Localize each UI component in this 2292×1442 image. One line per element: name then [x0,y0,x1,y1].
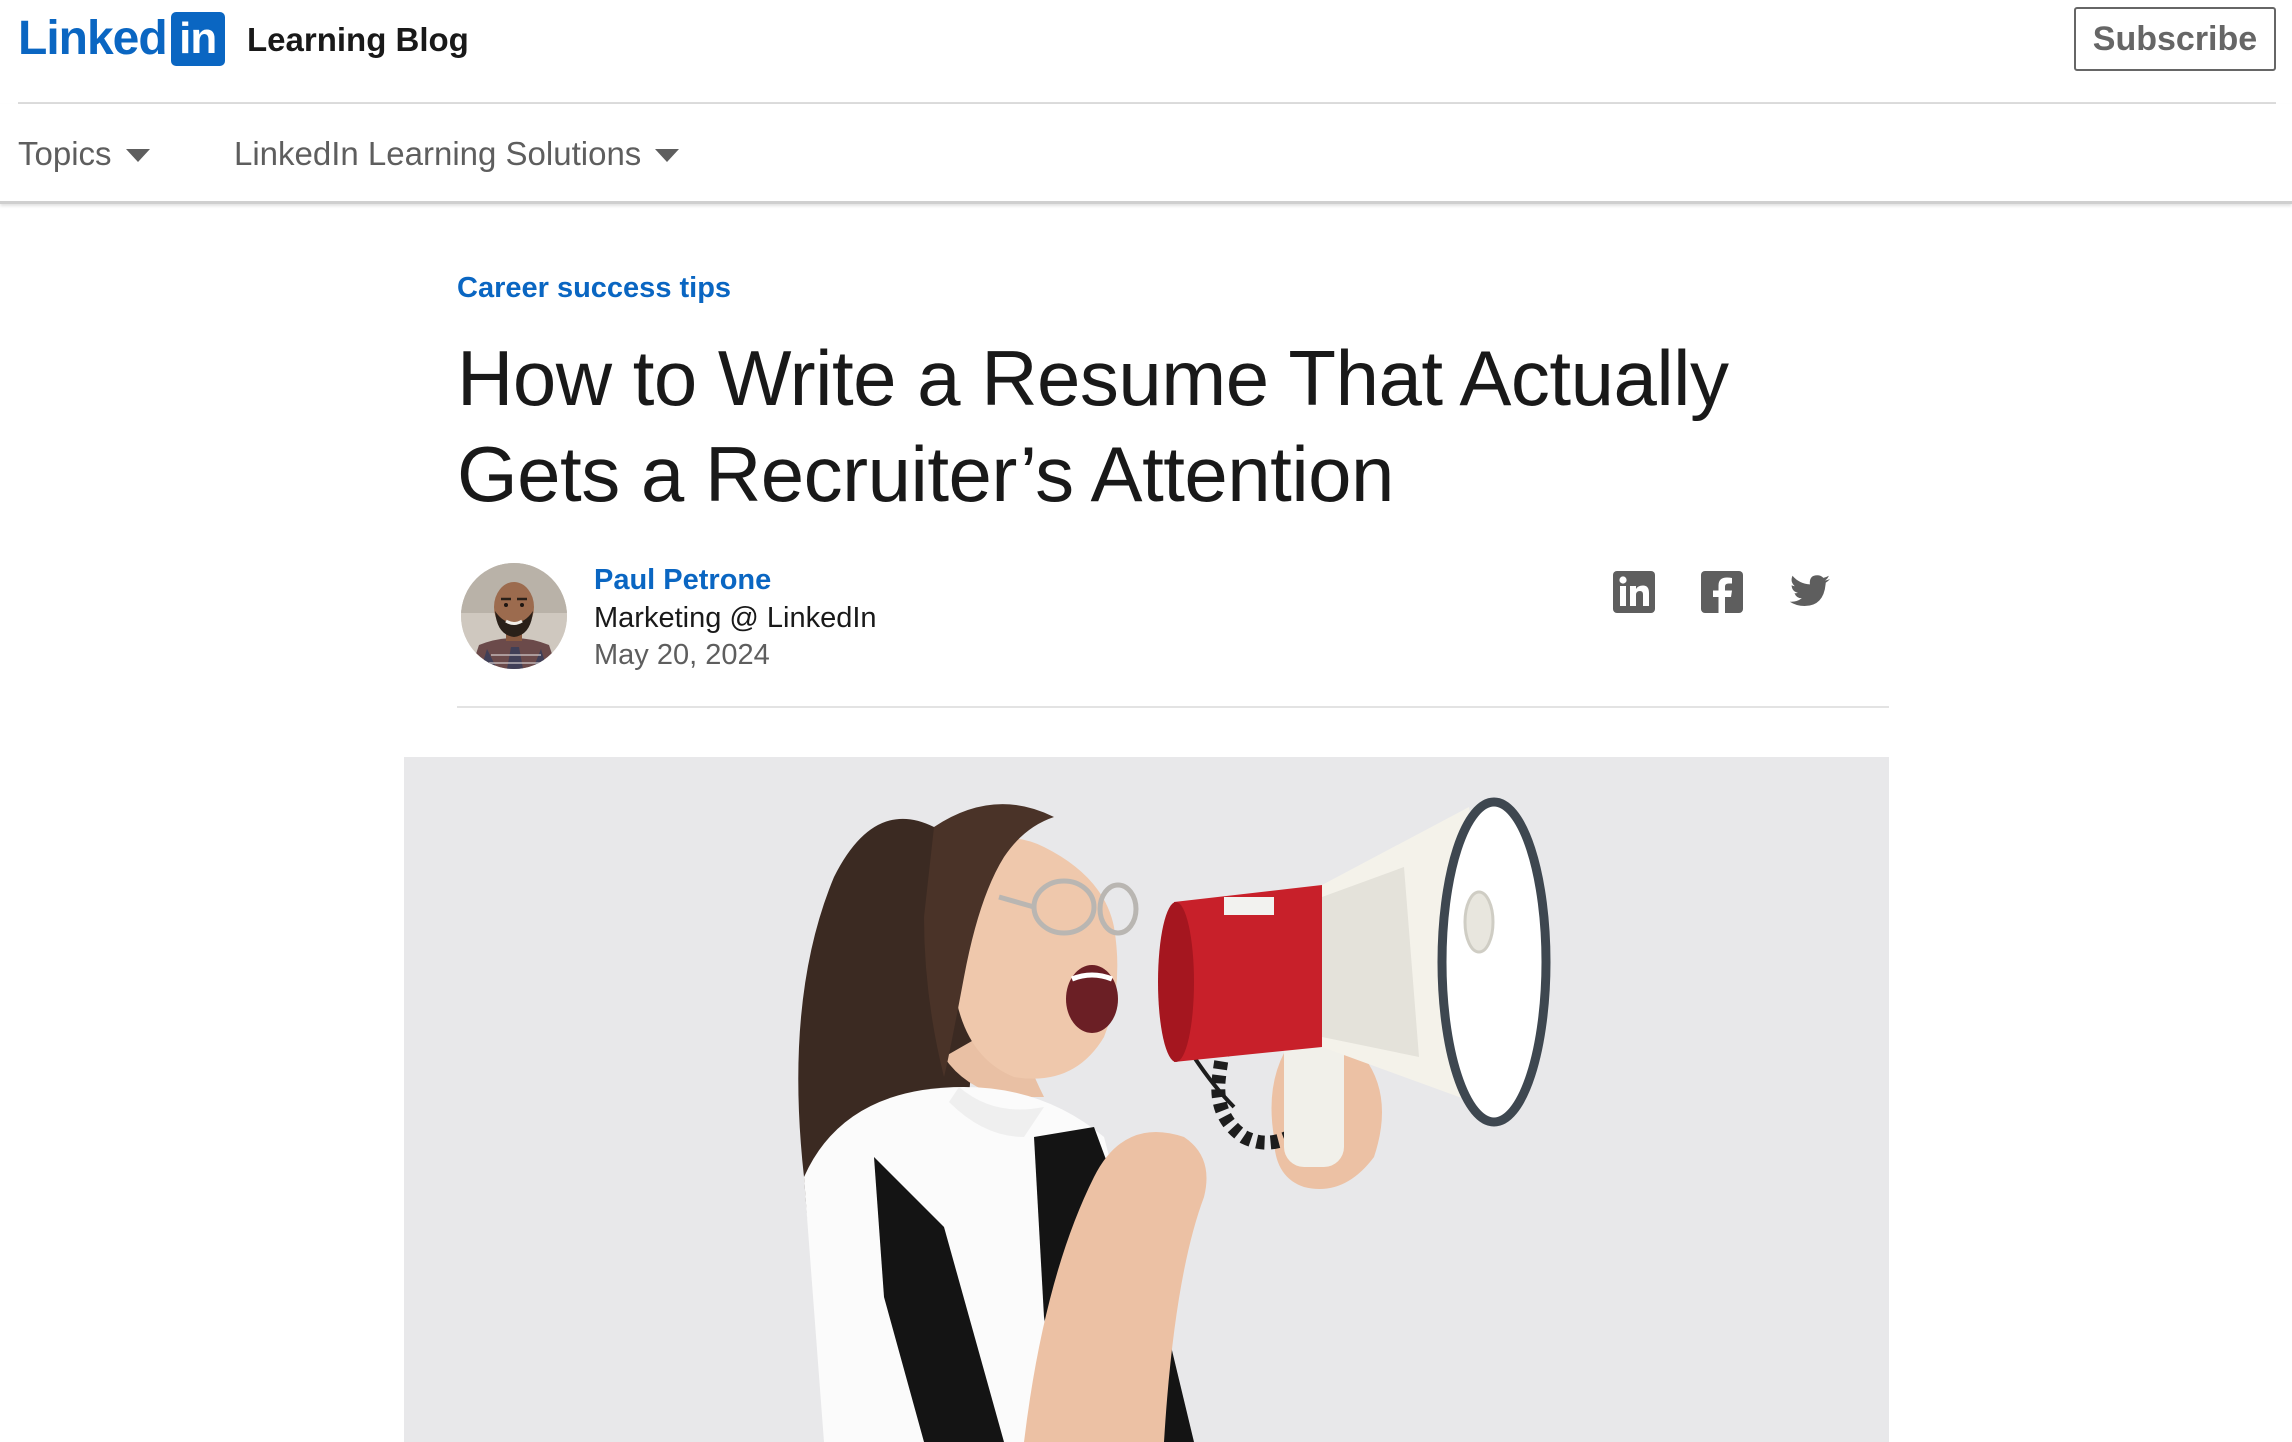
caret-down-icon [125,148,150,162]
twitter-icon[interactable] [1788,570,1832,614]
woman-with-megaphone-illustration [404,757,1889,1442]
publish-date: May 20, 2024 [594,639,770,671]
author-name-link[interactable]: Paul Petrone [594,562,771,598]
site-header: Linked in Learning Blog Subscribe [0,0,2292,102]
nav-solutions-label: LinkedIn Learning Solutions [234,135,642,172]
logo-in-box: in [170,12,225,66]
caret-down-icon [655,148,680,162]
subscribe-button[interactable]: Subscribe [2074,7,2276,71]
nav-solutions-dropdown[interactable]: LinkedIn Learning Solutions [234,134,680,174]
nav-topics-dropdown[interactable]: Topics [18,134,150,174]
linkedin-logo[interactable]: Linked in [18,12,225,66]
article-hero-image [404,757,1889,1442]
topic-nav: Topics LinkedIn Learning Solutions [0,104,2292,204]
site-name[interactable]: Learning Blog [247,20,469,60]
author-avatar[interactable] [461,563,567,669]
article-category-link[interactable]: Career success tips [457,270,731,306]
author-role: Marketing @ LinkedIn [594,602,877,634]
byline-divider [457,706,1889,708]
logo-wordmark: Linked [18,12,168,65]
linkedin-icon[interactable] [1612,570,1656,614]
author-photo [461,563,567,669]
article-title: How to Write a Resume That Actually Gets… [457,334,1729,518]
nav-topics-label: Topics [18,135,112,172]
facebook-icon[interactable] [1700,570,1744,614]
